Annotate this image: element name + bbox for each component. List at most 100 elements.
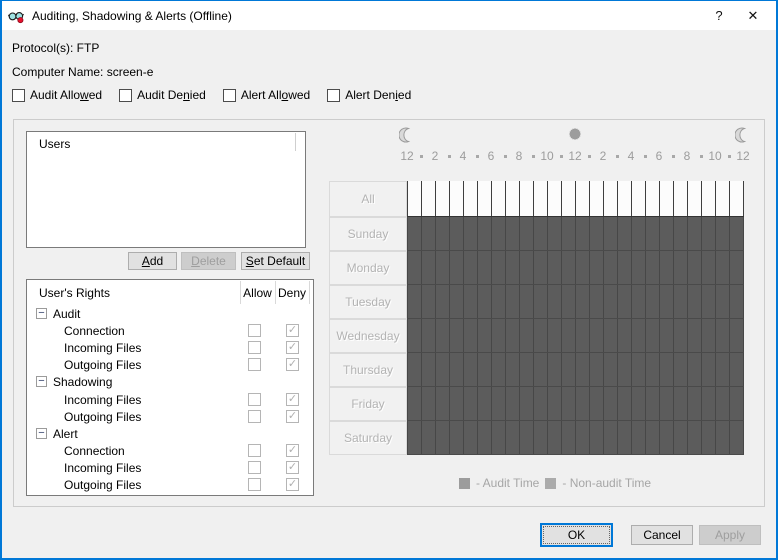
allow-checkbox[interactable]	[248, 392, 261, 406]
hour-label[interactable]: 12	[561, 149, 589, 163]
rights-panel: User's Rights Allow Deny − Audit Connectio…	[26, 279, 314, 496]
hour-label[interactable]: 12	[729, 149, 757, 163]
hour-label[interactable]: 10	[533, 149, 561, 163]
allow-checkbox[interactable]	[248, 358, 261, 372]
hour-label[interactable]: 2	[421, 149, 449, 163]
hour-label[interactable]: 8	[673, 149, 701, 163]
delete-button[interactable]: Delete	[181, 252, 236, 270]
schedule-day-button[interactable]: Friday	[329, 387, 407, 421]
schedule-row: Tuesday	[329, 285, 744, 319]
checkbox-box[interactable]	[327, 88, 341, 102]
schedule-grid-row[interactable]	[407, 353, 744, 387]
rights-row[interactable]: Connection ✓	[27, 443, 313, 460]
schedule-grid-row[interactable]	[407, 319, 744, 353]
schedule-grid-row[interactable]	[407, 387, 744, 421]
filter-checkbox[interactable]: Audit Denied	[119, 88, 206, 102]
allow-checkbox[interactable]	[248, 323, 261, 337]
rights-label: Outgoing Files	[64, 358, 142, 373]
rights-row[interactable]: − Shadowing	[27, 374, 313, 391]
add-button[interactable]: Add	[128, 252, 177, 270]
deny-checkbox[interactable]: ✓	[286, 340, 299, 354]
apply-button[interactable]: Apply	[699, 525, 761, 545]
rights-label: Audit	[53, 306, 81, 321]
deny-checkbox[interactable]: ✓	[286, 478, 299, 492]
hour-label[interactable]: 8	[505, 149, 533, 163]
rights-header-allow[interactable]: Allow	[240, 286, 275, 300]
checkbox-box[interactable]	[119, 88, 133, 102]
schedule-grid-row[interactable]	[407, 181, 744, 217]
allow-checkbox[interactable]	[248, 444, 261, 458]
deny-checkbox[interactable]: ✓	[286, 392, 299, 406]
checkbox-box[interactable]	[222, 88, 236, 102]
schedule-grid-row[interactable]	[407, 285, 744, 319]
moon-icon	[735, 127, 747, 143]
deny-checkbox[interactable]: ✓	[286, 461, 299, 475]
rights-row[interactable]: Incoming Files ✓	[27, 460, 313, 477]
rights-label: Incoming Files	[64, 340, 142, 355]
schedule-row: Monday	[329, 251, 744, 285]
rights-label: Shadowing	[53, 375, 113, 390]
filter-checkbox[interactable]: Alert Allowed	[222, 88, 310, 102]
rights-row[interactable]: Outgoing Files ✓	[27, 408, 313, 425]
users-list[interactable]: Users	[26, 131, 306, 248]
allow-checkbox[interactable]	[248, 478, 261, 492]
allow-checkbox[interactable]	[248, 461, 261, 475]
rights-label: Outgoing Files	[64, 478, 142, 493]
collapse-icon[interactable]: −	[36, 307, 47, 319]
rights-row[interactable]: Connection ✓	[27, 322, 313, 339]
legend-swatch	[545, 477, 557, 489]
rights-row[interactable]: Outgoing Files ✓	[27, 477, 313, 494]
schedule-row: Sunday	[329, 217, 744, 251]
rights-row[interactable]: − Audit	[27, 305, 313, 322]
titlebar: Auditing, Shadowing & Alerts (Offline) ?…	[2, 1, 776, 30]
set-default-button[interactable]: Set Default	[241, 252, 310, 270]
deny-checkbox[interactable]: ✓	[286, 358, 299, 372]
hour-label[interactable]: 10	[701, 149, 729, 163]
rights-label: Outgoing Files	[64, 409, 142, 424]
schedule-row: Thursday	[329, 353, 744, 387]
legend: - Audit Time - Non-audit Time	[459, 476, 651, 490]
rights-row[interactable]: Outgoing Files ✓	[27, 357, 313, 374]
rights-label: Incoming Files	[64, 461, 142, 476]
window-title: Auditing, Shadowing & Alerts (Offline)	[32, 8, 232, 23]
help-button[interactable]: ?	[702, 1, 736, 30]
hour-label[interactable]: 4	[617, 149, 645, 163]
schedule-day-button[interactable]: Thursday	[329, 353, 407, 387]
schedule-day-button[interactable]: Tuesday	[329, 285, 407, 319]
collapse-icon[interactable]: −	[36, 427, 47, 439]
collapse-icon[interactable]: −	[36, 376, 47, 388]
schedule-day-button[interactable]: Monday	[329, 251, 407, 285]
schedule-grid-row[interactable]	[407, 421, 744, 455]
rights-header-name[interactable]: User's Rights	[39, 286, 110, 300]
deny-checkbox[interactable]: ✓	[286, 444, 299, 458]
checkbox-box[interactable]	[12, 88, 25, 102]
users-column-header[interactable]: Users	[27, 132, 305, 152]
rights-row[interactable]: Incoming Files ✓	[27, 391, 313, 408]
schedule-day-button[interactable]: Sunday	[329, 217, 407, 251]
deny-checkbox[interactable]: ✓	[286, 323, 299, 337]
hour-label[interactable]: 4	[449, 149, 477, 163]
cancel-button[interactable]: Cancel	[631, 525, 693, 545]
schedule-day-button[interactable]: Saturday	[329, 421, 407, 455]
schedule-day-button[interactable]: Wednesday	[329, 319, 407, 353]
schedule-grid-row[interactable]	[407, 217, 744, 251]
filter-checkbox[interactable]: Alert Denied	[327, 88, 411, 102]
header-divider	[309, 281, 310, 304]
rights-header-deny[interactable]: Deny	[275, 286, 309, 300]
rights-row[interactable]: Incoming Files ✓	[27, 339, 313, 356]
filter-checkbox[interactable]: Audit Allowed	[12, 88, 102, 102]
hour-label[interactable]: 12	[393, 149, 421, 163]
schedule-grid-row[interactable]	[407, 251, 744, 285]
allow-checkbox[interactable]	[248, 409, 261, 423]
hour-label[interactable]: 6	[645, 149, 673, 163]
schedule-day-button[interactable]: All	[329, 181, 407, 217]
close-button[interactable]: ✕	[736, 1, 770, 30]
rights-row[interactable]: − Alert	[27, 425, 313, 442]
schedule-row: Saturday	[329, 421, 744, 455]
allow-checkbox[interactable]	[248, 340, 261, 354]
hour-label[interactable]: 6	[477, 149, 505, 163]
ok-button[interactable]: OK	[540, 523, 613, 547]
schedule-row: All	[329, 181, 744, 217]
hour-label[interactable]: 2	[589, 149, 617, 163]
deny-checkbox[interactable]: ✓	[286, 409, 299, 423]
